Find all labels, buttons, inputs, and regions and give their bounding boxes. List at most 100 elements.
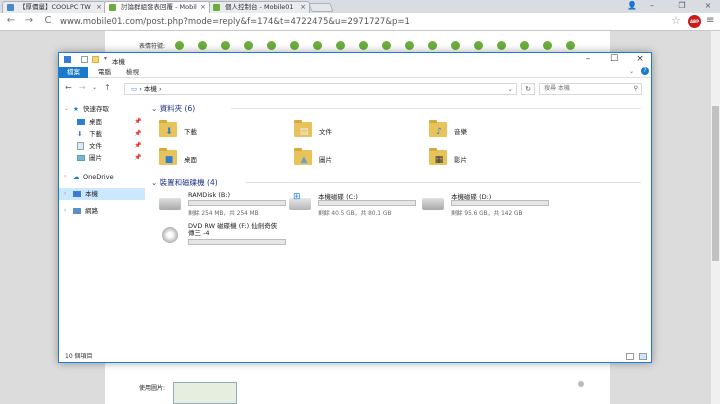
forward-icon[interactable]: →	[22, 15, 36, 26]
attached-image-thumbnail[interactable]	[173, 382, 237, 404]
drive-dvd[interactable]: DVD RW 磁碟機 (F:) 仙劍奇俠傳三 -4	[156, 223, 291, 253]
page-scrollbar[interactable]	[711, 31, 720, 404]
reload-icon[interactable]: C	[41, 15, 55, 26]
browser-tab-mobile01-panel[interactable]: 個人控制台 - Mobile01 ×	[208, 1, 310, 13]
folder-documents[interactable]: ▤ 文件	[291, 120, 411, 144]
close-tab-icon[interactable]: ×	[96, 2, 102, 13]
drive-ramdisk[interactable]: RAMDisk (B:) 剩餘 254 MB，共 254 MB	[156, 191, 291, 217]
details-view-icon[interactable]	[626, 353, 634, 360]
properties-icon[interactable]	[81, 56, 88, 63]
search-input[interactable]: 搜尋 本機 ⚲	[539, 83, 642, 95]
pin-icon[interactable]: 📌	[134, 140, 141, 152]
emoji-icon[interactable]	[451, 41, 460, 50]
bookmark-star-icon[interactable]: ☆	[671, 14, 681, 27]
help-icon[interactable]: ?	[641, 67, 649, 75]
user-icon[interactable]: 👤	[624, 1, 640, 10]
expand-ribbon-icon[interactable]: ⌄	[629, 68, 634, 75]
emoji-icon[interactable]	[543, 41, 552, 50]
emoji-icon[interactable]	[382, 41, 391, 50]
expand-chevron-icon[interactable]: ›	[64, 171, 66, 183]
close-window-icon[interactable]: ×	[700, 1, 716, 10]
nav-item-pictures[interactable]: 圖片 📌	[59, 152, 145, 164]
emoji-icon[interactable]	[244, 41, 253, 50]
scrollbar-thumb[interactable]	[712, 106, 719, 261]
path-box[interactable]: ▭ › 本機 › ⌄	[124, 83, 517, 95]
expand-chevron-icon[interactable]: ›	[64, 205, 66, 217]
minimize-icon[interactable]: –	[644, 1, 660, 10]
nav-onedrive[interactable]: › ☁ OneDrive	[59, 171, 145, 183]
devices-group-header[interactable]: ⌄ 裝置和磁碟機 (4)	[151, 177, 641, 188]
ribbon-tab-computer[interactable]: 電腦	[91, 67, 118, 78]
pin-icon[interactable]: 📌	[134, 116, 141, 128]
folder-downloads[interactable]: ⬇ 下載	[156, 120, 276, 144]
up-icon[interactable]: ↑	[104, 83, 111, 92]
minimize-icon[interactable]: –	[579, 54, 597, 64]
emoji-icon[interactable]	[175, 41, 184, 50]
close-icon[interactable]: ×	[631, 54, 649, 64]
back-icon[interactable]: ←	[65, 83, 72, 92]
devices-group-label: 裝置和磁碟機 (4)	[159, 178, 218, 187]
collapse-chevron-icon[interactable]: ⌄	[151, 178, 160, 187]
folder-videos[interactable]: ▦ 影片	[426, 148, 546, 172]
collapse-chevron-icon[interactable]: ⌄	[151, 104, 160, 113]
emoji-icon[interactable]	[566, 41, 575, 50]
page-control-icon[interactable]	[578, 381, 584, 387]
ribbon-tab-view[interactable]: 檢視	[119, 67, 146, 78]
back-icon[interactable]: ←	[4, 15, 18, 26]
url-input[interactable]: www.mobile01.com/post.php?mode=reply&f=1…	[60, 15, 675, 29]
emoji-icon[interactable]	[405, 41, 414, 50]
emoji-icon[interactable]	[497, 41, 506, 50]
computer-icon	[64, 56, 71, 63]
emoji-icon[interactable]	[359, 41, 368, 50]
folder-music[interactable]: ♪ 音樂	[426, 120, 546, 144]
expand-chevron-icon[interactable]: ›	[64, 188, 66, 200]
path-dropdown-icon[interactable]: ⌄	[508, 84, 513, 94]
refresh-button[interactable]: ↻	[521, 83, 535, 95]
nav-this-pc[interactable]: › 本機	[59, 188, 145, 200]
emoji-icon[interactable]	[267, 41, 276, 50]
nav-item-documents[interactable]: 文件 📌	[59, 140, 145, 152]
new-tab-button[interactable]	[308, 3, 334, 12]
folder-label: 下載	[184, 128, 197, 136]
pin-icon[interactable]: 📌	[134, 128, 141, 140]
drive-c[interactable]: ⊞ 本機磁碟 (C:) 剩餘 40.5 GB，共 80.1 GB	[286, 191, 421, 217]
emoji-icon[interactable]	[221, 41, 230, 50]
chrome-menu-icon[interactable]: ≡	[706, 15, 714, 26]
drive-d[interactable]: 本機磁碟 (D:) 剩餘 95.6 GB，共 142 GB	[419, 191, 554, 217]
folder-pictures[interactable]: ▲ 圖片	[291, 148, 411, 172]
folder-label: 文件	[319, 128, 332, 136]
emoji-icon[interactable]	[474, 41, 483, 50]
quick-access-dropdown-icon[interactable]: ▾	[104, 55, 107, 62]
browser-tab-mobile01-reply[interactable]: 討論群組發表回覆 - Mobil ×	[104, 1, 210, 13]
emoji-icon[interactable]	[336, 41, 345, 50]
desktop-icon	[77, 119, 85, 125]
folder-desktop[interactable]: ■ 桌面	[156, 148, 276, 172]
restore-icon[interactable]: ❐	[674, 1, 690, 10]
close-tab-icon[interactable]: ×	[200, 2, 206, 13]
emoji-icon[interactable]	[198, 41, 207, 50]
pin-icon[interactable]: 📌	[134, 152, 141, 164]
expand-chevron-icon[interactable]: ⌄	[64, 103, 69, 115]
status-bar: 10 個項目	[65, 353, 93, 360]
recent-dropdown-icon[interactable]: ⌄	[92, 84, 97, 91]
maximize-icon[interactable]: ☐	[605, 54, 623, 64]
new-folder-icon[interactable]	[92, 56, 99, 63]
attach-label: 使用圖片:	[139, 385, 166, 392]
adblock-plus-icon[interactable]: ABP	[688, 15, 701, 28]
nav-network[interactable]: › 網路	[59, 205, 145, 217]
nav-item-downloads[interactable]: ⬇ 下載 📌	[59, 128, 145, 140]
nav-item-desktop[interactable]: 桌面 📌	[59, 116, 145, 128]
ribbon-tab-file[interactable]: 檔案	[59, 67, 88, 78]
emoji-icon[interactable]	[290, 41, 299, 50]
emoji-icon[interactable]	[428, 41, 437, 50]
close-tab-icon[interactable]: ×	[300, 2, 306, 13]
forward-icon[interactable]: →	[79, 83, 86, 92]
browser-tab-coolpc[interactable]: 【厚價量】COOLPC TW ×	[2, 1, 106, 13]
breadcrumb-this-pc[interactable]: 本機	[144, 85, 157, 93]
emoji-icon[interactable]	[520, 41, 529, 50]
tab-label: 討論群組發表回覆 - Mobil	[121, 3, 197, 11]
emoji-icon[interactable]	[313, 41, 322, 50]
nav-quick-access[interactable]: ⌄ ★ 快速存取	[59, 103, 145, 115]
large-icons-view-icon[interactable]	[639, 353, 647, 360]
folders-group-header[interactable]: ⌄ 資料夾 (6)	[151, 103, 641, 114]
